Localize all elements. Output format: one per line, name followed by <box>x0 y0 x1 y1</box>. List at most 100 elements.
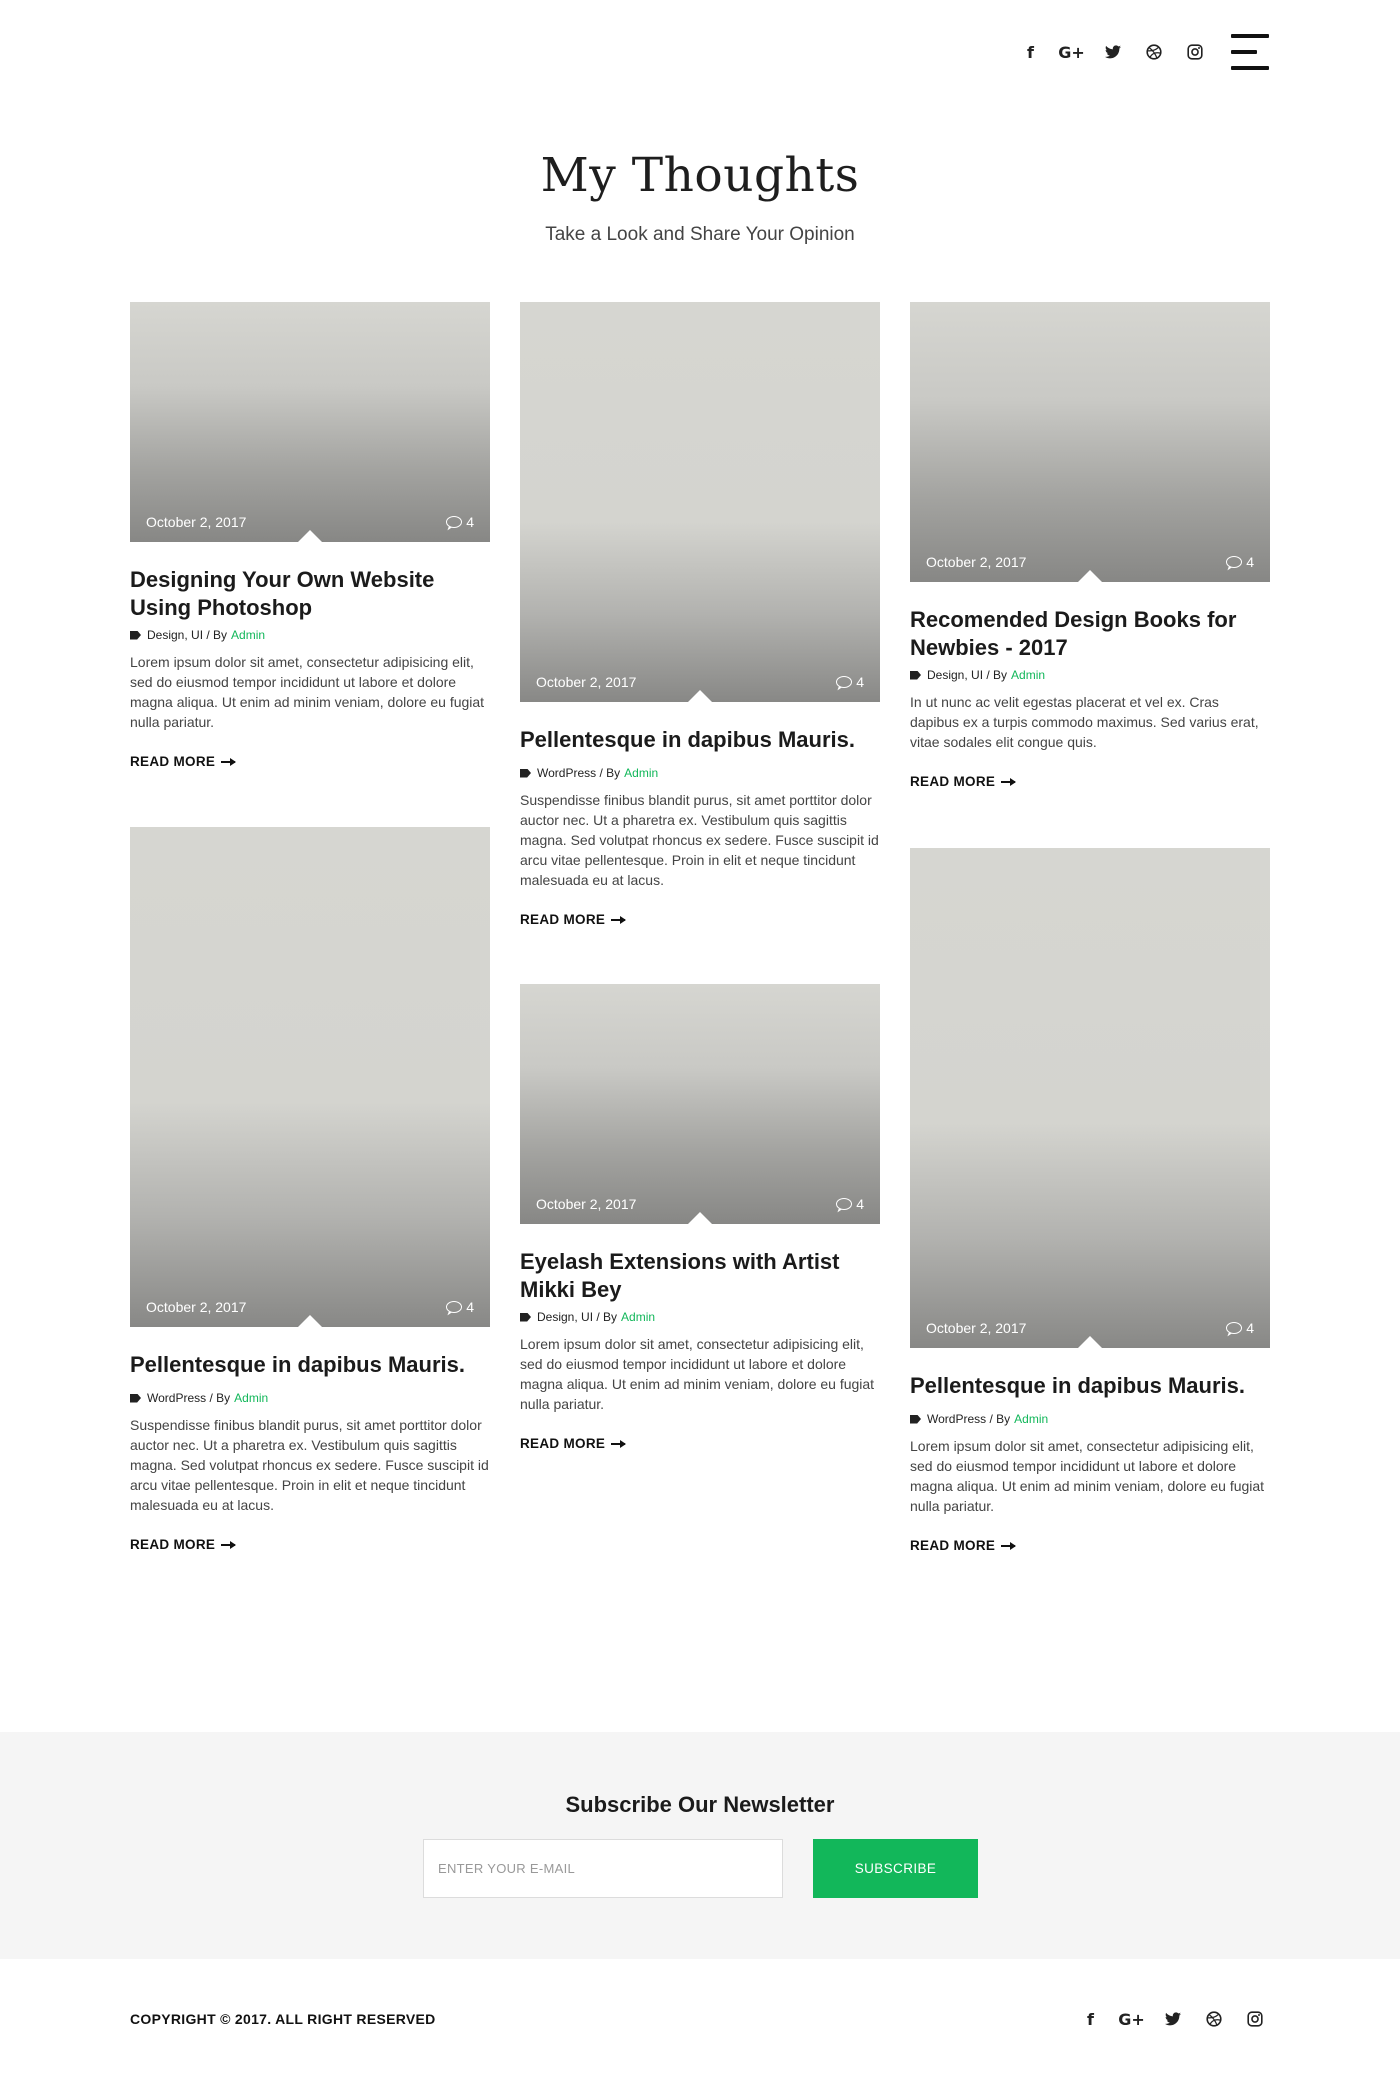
footer-social-links: f G+ <box>1070 2007 1275 2031</box>
twitter-icon[interactable] <box>1092 40 1133 64</box>
comment-icon <box>836 676 853 688</box>
instagram-icon[interactable] <box>1174 40 1215 64</box>
post-title[interactable]: Pellentesque in dapibus Mauris. <box>130 1351 490 1379</box>
comment-count: 4 <box>1226 1320 1254 1336</box>
post-author-link[interactable]: Admin <box>231 628 265 642</box>
post-meta: Design, UI / By Admin <box>520 1310 880 1324</box>
comment-count: 4 <box>836 674 864 690</box>
post-excerpt: Lorem ipsum dolor sit amet, consectetur … <box>910 1438 1265 1514</box>
post-excerpt: In ut nunc ac velit egestas placerat et … <box>910 694 1259 750</box>
arrow-right-icon <box>1001 777 1017 786</box>
post-title[interactable]: Pellentesque in dapibus Mauris. <box>910 1372 1270 1400</box>
post-card: October 2, 2017 4 Pellentesque in dapibu… <box>910 848 1270 1555</box>
post-thumb-meta: October 2, 2017 4 <box>536 1196 864 1212</box>
post-meta: WordPress / By Admin <box>130 1391 490 1405</box>
post-excerpt: Suspendisse finibus blandit purus, sit a… <box>520 792 879 888</box>
post-thumbnail[interactable]: October 2, 2017 4 <box>910 848 1270 1348</box>
twitter-icon[interactable] <box>1152 2007 1193 2031</box>
comment-count: 4 <box>836 1196 864 1212</box>
post-thumb-meta: October 2, 2017 4 <box>536 674 864 690</box>
comment-icon <box>836 1198 853 1210</box>
post-card: October 2, 2017 4 Pellentesque in dapibu… <box>520 302 880 929</box>
thumbnail-notch <box>688 1212 712 1224</box>
post-thumb-meta: October 2, 2017 4 <box>926 554 1254 570</box>
facebook-icon[interactable]: f <box>1070 2007 1111 2031</box>
menu-hamburger-button[interactable] <box>1231 34 1269 70</box>
header-social-links: f G+ <box>1010 40 1215 64</box>
comment-icon <box>446 1301 463 1313</box>
post-author-link[interactable]: Admin <box>1014 1412 1048 1426</box>
post-author-link[interactable]: Admin <box>624 766 658 780</box>
arrow-right-icon <box>611 1439 627 1448</box>
post-thumbnail[interactable]: October 2, 2017 4 <box>910 302 1270 582</box>
read-more-link[interactable]: READ MORE <box>910 774 1017 789</box>
dribbble-icon[interactable] <box>1133 40 1174 64</box>
post-meta: Design, UI / By Admin <box>130 628 490 642</box>
post-date: October 2, 2017 <box>536 674 637 690</box>
post-title[interactable]: Eyelash Extensions with Artist Mikki Bey <box>520 1248 880 1304</box>
hamburger-line <box>1231 66 1269 70</box>
tag-icon <box>130 630 141 640</box>
comment-count: 4 <box>446 1299 474 1315</box>
newsletter-section: Subscribe Our Newsletter SUBSCRIBE <box>0 1732 1400 1959</box>
post-title[interactable]: Pellentesque in dapibus Mauris. <box>520 726 880 754</box>
post-meta: WordPress / By Admin <box>910 1412 1270 1426</box>
post-thumb-meta: October 2, 2017 4 <box>146 514 474 530</box>
tag-icon <box>520 1312 531 1322</box>
post-title[interactable]: Recomended Design Books for Newbies - 201… <box>910 606 1270 662</box>
post-excerpt: Lorem ipsum dolor sit amet, consectetur … <box>520 1336 875 1412</box>
hamburger-line <box>1231 50 1257 54</box>
comment-icon <box>1226 1322 1243 1334</box>
post-date: October 2, 2017 <box>926 554 1027 570</box>
tag-icon <box>910 1414 921 1424</box>
thumbnail-notch <box>298 530 322 542</box>
post-author-link[interactable]: Admin <box>1011 668 1045 682</box>
post-thumb-meta: October 2, 2017 4 <box>926 1320 1254 1336</box>
arrow-right-icon <box>1001 1541 1017 1550</box>
facebook-icon[interactable]: f <box>1010 40 1051 64</box>
post-thumbnail[interactable]: October 2, 2017 4 <box>520 984 880 1224</box>
subscribe-button[interactable]: SUBSCRIBE <box>813 1839 978 1898</box>
post-date: October 2, 2017 <box>146 514 247 530</box>
email-input[interactable] <box>423 1839 783 1898</box>
copyright-text: COPYRIGHT © 2017. ALL RIGHT RESERVED <box>130 2011 436 2027</box>
post-card: October 2, 2017 4 Eyelash Extensions wit… <box>520 984 880 1453</box>
comment-count: 4 <box>1226 554 1254 570</box>
thumbnail-notch <box>688 690 712 702</box>
post-thumbnail[interactable]: October 2, 2017 4 <box>130 302 490 542</box>
post-card: October 2, 2017 4 Pellentesque in dapibu… <box>130 827 490 1554</box>
page-subtitle: Take a Look and Share Your Opinion <box>545 224 855 245</box>
post-card: October 2, 2017 4 Recomended Design Book… <box>910 302 1270 791</box>
thumbnail-notch <box>1078 570 1102 582</box>
google-plus-icon[interactable]: G+ <box>1051 40 1092 64</box>
post-card: October 2, 2017 4 Designing Your Own Web… <box>130 302 490 771</box>
google-plus-icon[interactable]: G+ <box>1111 2007 1152 2031</box>
post-author-link[interactable]: Admin <box>621 1310 655 1324</box>
post-title[interactable]: Designing Your Own Website Using Photosho… <box>130 566 490 622</box>
comment-icon <box>446 516 463 528</box>
dribbble-icon[interactable] <box>1193 2007 1234 2031</box>
tag-icon <box>130 1393 141 1403</box>
post-date: October 2, 2017 <box>926 1320 1027 1336</box>
post-thumbnail[interactable]: October 2, 2017 4 <box>130 827 490 1327</box>
post-date: October 2, 2017 <box>536 1196 637 1212</box>
tag-icon <box>910 670 921 680</box>
post-date: October 2, 2017 <box>146 1299 247 1315</box>
site-header: f G+ <box>0 0 1400 110</box>
instagram-icon[interactable] <box>1234 2007 1275 2031</box>
post-author-link[interactable]: Admin <box>234 1391 268 1405</box>
post-meta: WordPress / By Admin <box>520 766 880 780</box>
post-thumbnail[interactable]: October 2, 2017 4 <box>520 302 880 702</box>
site-footer: COPYRIGHT © 2017. ALL RIGHT RESERVED f G… <box>0 1959 1400 2079</box>
hamburger-line <box>1231 34 1269 38</box>
read-more-link[interactable]: READ MORE <box>520 1436 627 1451</box>
arrow-right-icon <box>221 1540 237 1549</box>
post-thumb-meta: October 2, 2017 4 <box>146 1299 474 1315</box>
read-more-link[interactable]: READ MORE <box>130 1537 237 1552</box>
read-more-link[interactable]: READ MORE <box>520 912 627 927</box>
tag-icon <box>520 768 531 778</box>
thumbnail-notch <box>298 1315 322 1327</box>
read-more-link[interactable]: READ MORE <box>910 1538 1017 1553</box>
read-more-link[interactable]: READ MORE <box>130 754 237 769</box>
arrow-right-icon <box>221 757 237 766</box>
